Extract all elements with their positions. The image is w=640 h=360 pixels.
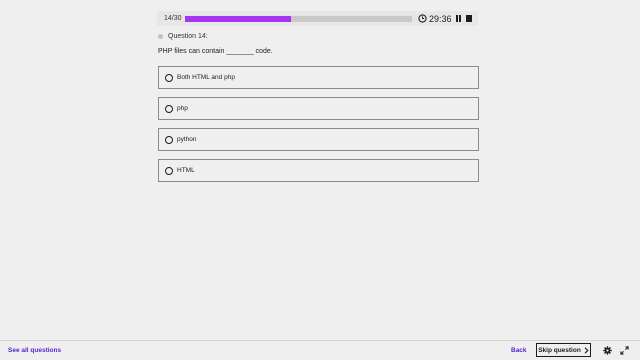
progress-track — [185, 15, 412, 22]
pause-icon[interactable] — [455, 15, 462, 22]
answer-option[interactable]: python — [158, 128, 479, 151]
question-text: PHP files can contain _______ code. — [158, 48, 273, 55]
answer-options: Both HTML and php php python HTML — [158, 66, 479, 190]
answer-option-label: HTML — [177, 167, 195, 174]
radio-icon[interactable] — [165, 166, 173, 175]
footer-bar: See all questions Back Skip question — [0, 340, 640, 360]
answer-option-label: Both HTML and php — [177, 74, 235, 81]
progress-count: 14/30 — [164, 15, 182, 22]
question-label: Question 14: — [158, 33, 208, 40]
dot-icon — [158, 34, 163, 39]
answer-option[interactable]: HTML — [158, 159, 479, 182]
skip-question-label: Skip question — [538, 346, 581, 354]
quiz-page: 14/30 29:36 Question 14: PHP files can c… — [0, 0, 640, 360]
clock-icon — [418, 14, 427, 23]
timer: 29:36 — [418, 13, 473, 24]
radio-icon[interactable] — [165, 104, 173, 113]
stop-icon[interactable] — [466, 15, 473, 22]
progress-fill — [185, 15, 291, 22]
timer-text: 29:36 — [429, 13, 452, 24]
gear-icon[interactable] — [603, 346, 612, 355]
back-button[interactable]: Back — [511, 347, 527, 354]
answer-option[interactable]: php — [158, 97, 479, 120]
expand-icon[interactable] — [620, 346, 629, 355]
answer-option-label: php — [177, 105, 188, 112]
question-label-text: Question 14: — [168, 33, 208, 40]
radio-icon[interactable] — [165, 135, 173, 144]
chevron-right-icon — [584, 346, 589, 354]
skip-question-button[interactable]: Skip question — [536, 343, 591, 357]
progress-header: 14/30 29:36 — [157, 11, 478, 26]
answer-option-label: python — [177, 136, 197, 143]
radio-icon[interactable] — [165, 73, 173, 82]
see-all-questions-link[interactable]: See all questions — [8, 347, 61, 354]
answer-option[interactable]: Both HTML and php — [158, 66, 479, 89]
